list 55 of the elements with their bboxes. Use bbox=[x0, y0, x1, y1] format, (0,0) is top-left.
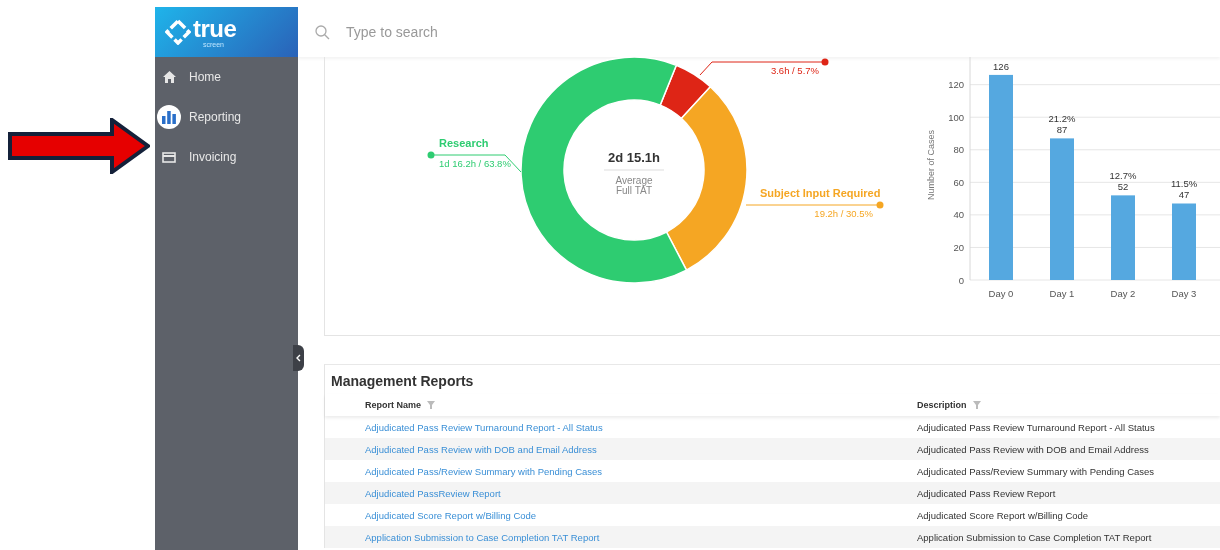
table-cell: Adjudicated Pass Review with DOB and Email Address bbox=[917, 443, 1149, 455]
nav-item[interactable]: Reporting bbox=[155, 97, 298, 137]
report-link[interactable]: Adjudicated Score Report w/Billing Code bbox=[365, 509, 537, 521]
category-label: Day 3 bbox=[1171, 288, 1197, 299]
search-field[interactable]: Type to search bbox=[344, 23, 648, 41]
value-label: 47 bbox=[1178, 189, 1190, 201]
axis-tick-label: 60 bbox=[953, 176, 964, 188]
category-label: Day 0 bbox=[988, 288, 1014, 299]
value-label: 126 bbox=[993, 60, 1009, 72]
axis-tick-label: 20 bbox=[953, 241, 964, 253]
collapse-handle[interactable] bbox=[293, 345, 304, 371]
center-value: 2d 15.1h bbox=[608, 150, 660, 165]
filter-icon[interactable] bbox=[427, 401, 435, 409]
report-link[interactable]: Adjudicated Pass/Review Summary with Pending Cases bbox=[365, 465, 603, 477]
table-cell: Adjudicated Pass Review Turnaround Report - All Status bbox=[917, 421, 1155, 433]
slice-label: Subject Input Required bbox=[760, 187, 881, 199]
table-cell: Application Submission to Case Completion TAT Report bbox=[917, 531, 1152, 543]
column-header[interactable]: Description bbox=[917, 400, 967, 410]
panel-title: Management Reports bbox=[330, 372, 475, 391]
column-header[interactable]: Report Name bbox=[365, 400, 421, 410]
percent-label: 21.2% bbox=[1048, 113, 1076, 125]
home-icon bbox=[162, 71, 176, 83]
axis-tick-label: 40 bbox=[953, 209, 964, 221]
table-cell: Adjudicated Pass/Review Summary with Pending Cases bbox=[917, 465, 1155, 477]
center-label: Average bbox=[615, 175, 653, 186]
nav-item[interactable]: Home bbox=[155, 57, 298, 97]
category-label: Day 2 bbox=[1110, 288, 1136, 299]
card-icon bbox=[162, 151, 176, 163]
bar-chart-icon bbox=[162, 110, 176, 124]
value-label: 52 bbox=[1117, 181, 1129, 193]
center-label: Full TAT bbox=[615, 185, 653, 196]
nav-item[interactable]: Invoicing bbox=[155, 137, 298, 177]
slice-label: Research bbox=[439, 137, 489, 149]
value-label: 87 bbox=[1056, 124, 1068, 136]
axis-title: Number of Cases bbox=[926, 130, 936, 200]
logo-text: true bbox=[193, 16, 237, 41]
table-cell: Adjudicated Score Report w/Billing Code bbox=[917, 509, 1089, 521]
report-link[interactable]: Application Submission to Case Completion TAT Report bbox=[365, 531, 600, 543]
search-icon bbox=[315, 24, 330, 40]
slice-reading: 1d 16.2h / 63.8% bbox=[439, 158, 511, 169]
category-label: Day 1 bbox=[1049, 288, 1075, 299]
axis-tick-label: 80 bbox=[953, 144, 964, 156]
axis-tick-label: 100 bbox=[948, 111, 964, 123]
percent-label: 11.5% bbox=[1170, 178, 1198, 190]
axis-tick-label: 120 bbox=[948, 79, 964, 91]
percent-label: 12.7% bbox=[1109, 170, 1137, 182]
slice-reading: 19.2h / 30.5% bbox=[814, 208, 873, 219]
table-cell: Adjudicated Pass Review Report bbox=[917, 487, 1056, 499]
slice-reading: 3.6h / 5.7% bbox=[770, 65, 819, 76]
report-link[interactable]: Adjudicated Pass Review Turnaround Report - All Status bbox=[365, 421, 603, 433]
logo-icon bbox=[165, 19, 191, 45]
report-link[interactable]: Adjudicated Pass Review with DOB and Email Address bbox=[365, 443, 597, 455]
filter-icon[interactable] bbox=[972, 401, 981, 409]
axis-tick-label: 0 bbox=[958, 274, 964, 286]
report-link[interactable]: Adjudicated PassReview Report bbox=[365, 487, 501, 499]
